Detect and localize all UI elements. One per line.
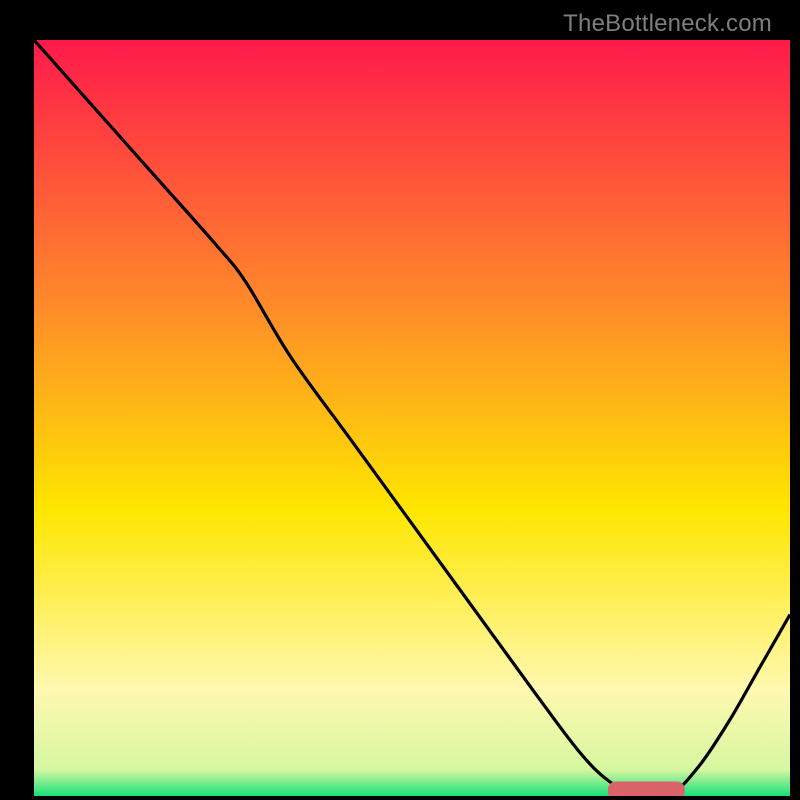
chart-frame: TheBottleneck.com: [12, 12, 788, 788]
gradient-background: [34, 40, 790, 796]
chart-plot-area: [34, 40, 790, 796]
chart-svg: [34, 40, 790, 796]
optimal-marker: [609, 782, 685, 796]
watermark-text: TheBottleneck.com: [563, 10, 772, 38]
